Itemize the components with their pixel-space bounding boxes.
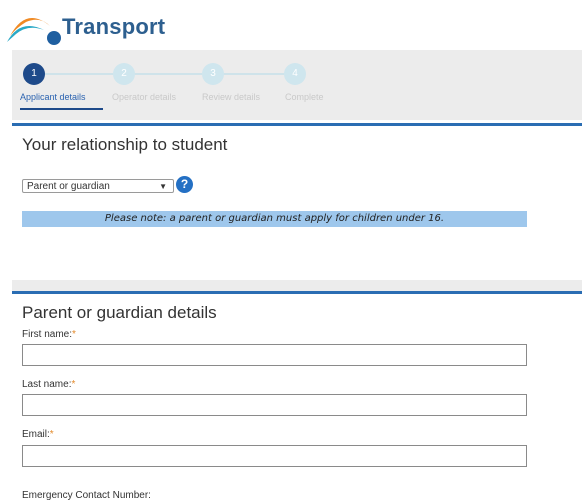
first-name-label-text: First name: — [22, 329, 73, 340]
step-connector — [223, 73, 291, 75]
required-mark: * — [71, 379, 76, 390]
guardian-details-section: Parent or guardian details First name:* … — [12, 291, 582, 504]
required-mark: * — [72, 329, 76, 340]
first-name-label: First name:* — [22, 329, 76, 340]
relationship-section: Your relationship to student Parent or g… — [12, 123, 582, 283]
relationship-select-value: Parent or guardian — [27, 181, 110, 192]
email-label: Email:* — [22, 429, 54, 440]
last-name-label: Last name:* — [22, 379, 75, 390]
site-header: Transport — [0, 0, 582, 50]
step-1-circle[interactable]: 1 — [23, 63, 45, 85]
last-name-label-text: Last name: — [22, 379, 72, 390]
chevron-down-icon: ▼ — [159, 182, 167, 191]
section-divider — [12, 280, 582, 291]
guardian-note: Please note: a parent or guardian must a… — [22, 211, 527, 227]
email-input[interactable] — [22, 445, 527, 467]
active-step-indicator — [20, 108, 103, 110]
relationship-title: Your relationship to student — [22, 135, 228, 154]
progress-stepper: 1 2 3 4 Applicant details Operator detai… — [12, 50, 582, 120]
step-connector — [45, 73, 113, 75]
transport-logo-icon[interactable] — [4, 2, 64, 46]
email-label-text: Email: — [22, 429, 50, 440]
step-2-circle[interactable]: 2 — [113, 63, 135, 85]
relationship-select[interactable]: Parent or guardian ▼ — [22, 179, 174, 193]
step-4-label[interactable]: Complete — [285, 92, 324, 102]
brand-name: Transport — [62, 14, 166, 39]
step-4-circle[interactable]: 4 — [284, 63, 306, 85]
step-2-label[interactable]: Operator details — [112, 92, 176, 102]
step-3-label[interactable]: Review details — [202, 92, 260, 102]
last-name-input[interactable] — [22, 394, 527, 416]
required-mark: * — [49, 429, 54, 440]
first-name-input[interactable] — [22, 344, 527, 366]
step-connector — [134, 73, 202, 75]
guardian-details-title: Parent or guardian details — [22, 303, 217, 322]
step-1-label[interactable]: Applicant details — [20, 92, 86, 102]
step-3-circle[interactable]: 3 — [202, 63, 224, 85]
emergency-contact-label: Emergency Contact Number: — [22, 490, 151, 501]
help-icon[interactable]: ? — [176, 176, 193, 193]
